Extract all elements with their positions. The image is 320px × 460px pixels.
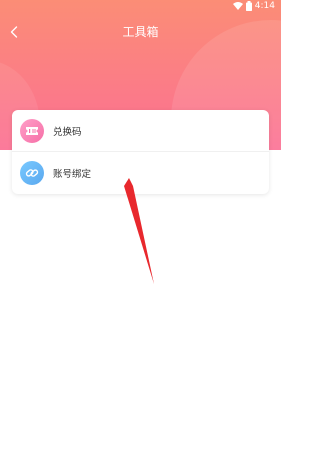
status-time: 4:14 [254,1,275,11]
ticket-icon-badge [20,119,44,143]
battery-icon [245,1,252,11]
ticket-icon [26,127,38,135]
tools-card: 兑换码 账号绑定 [12,110,269,194]
list-item-redeem-code[interactable]: 兑换码 [12,110,269,152]
list-item-label: 兑换码 [53,127,82,138]
status-bar: 4:14 [0,0,281,14]
page-title: 工具箱 [122,25,159,39]
link-icon [25,169,39,177]
nav-bar: 工具箱 [0,18,281,46]
wifi-icon [232,2,243,10]
link-icon-badge [20,161,44,185]
toolbox-screen: 4:14 工具箱 兑换码 账号绑定 [0,0,281,460]
status-icons: 4:14 [232,1,275,11]
list-item-account-binding[interactable]: 账号绑定 [12,152,269,194]
list-item-label: 账号绑定 [53,169,92,180]
